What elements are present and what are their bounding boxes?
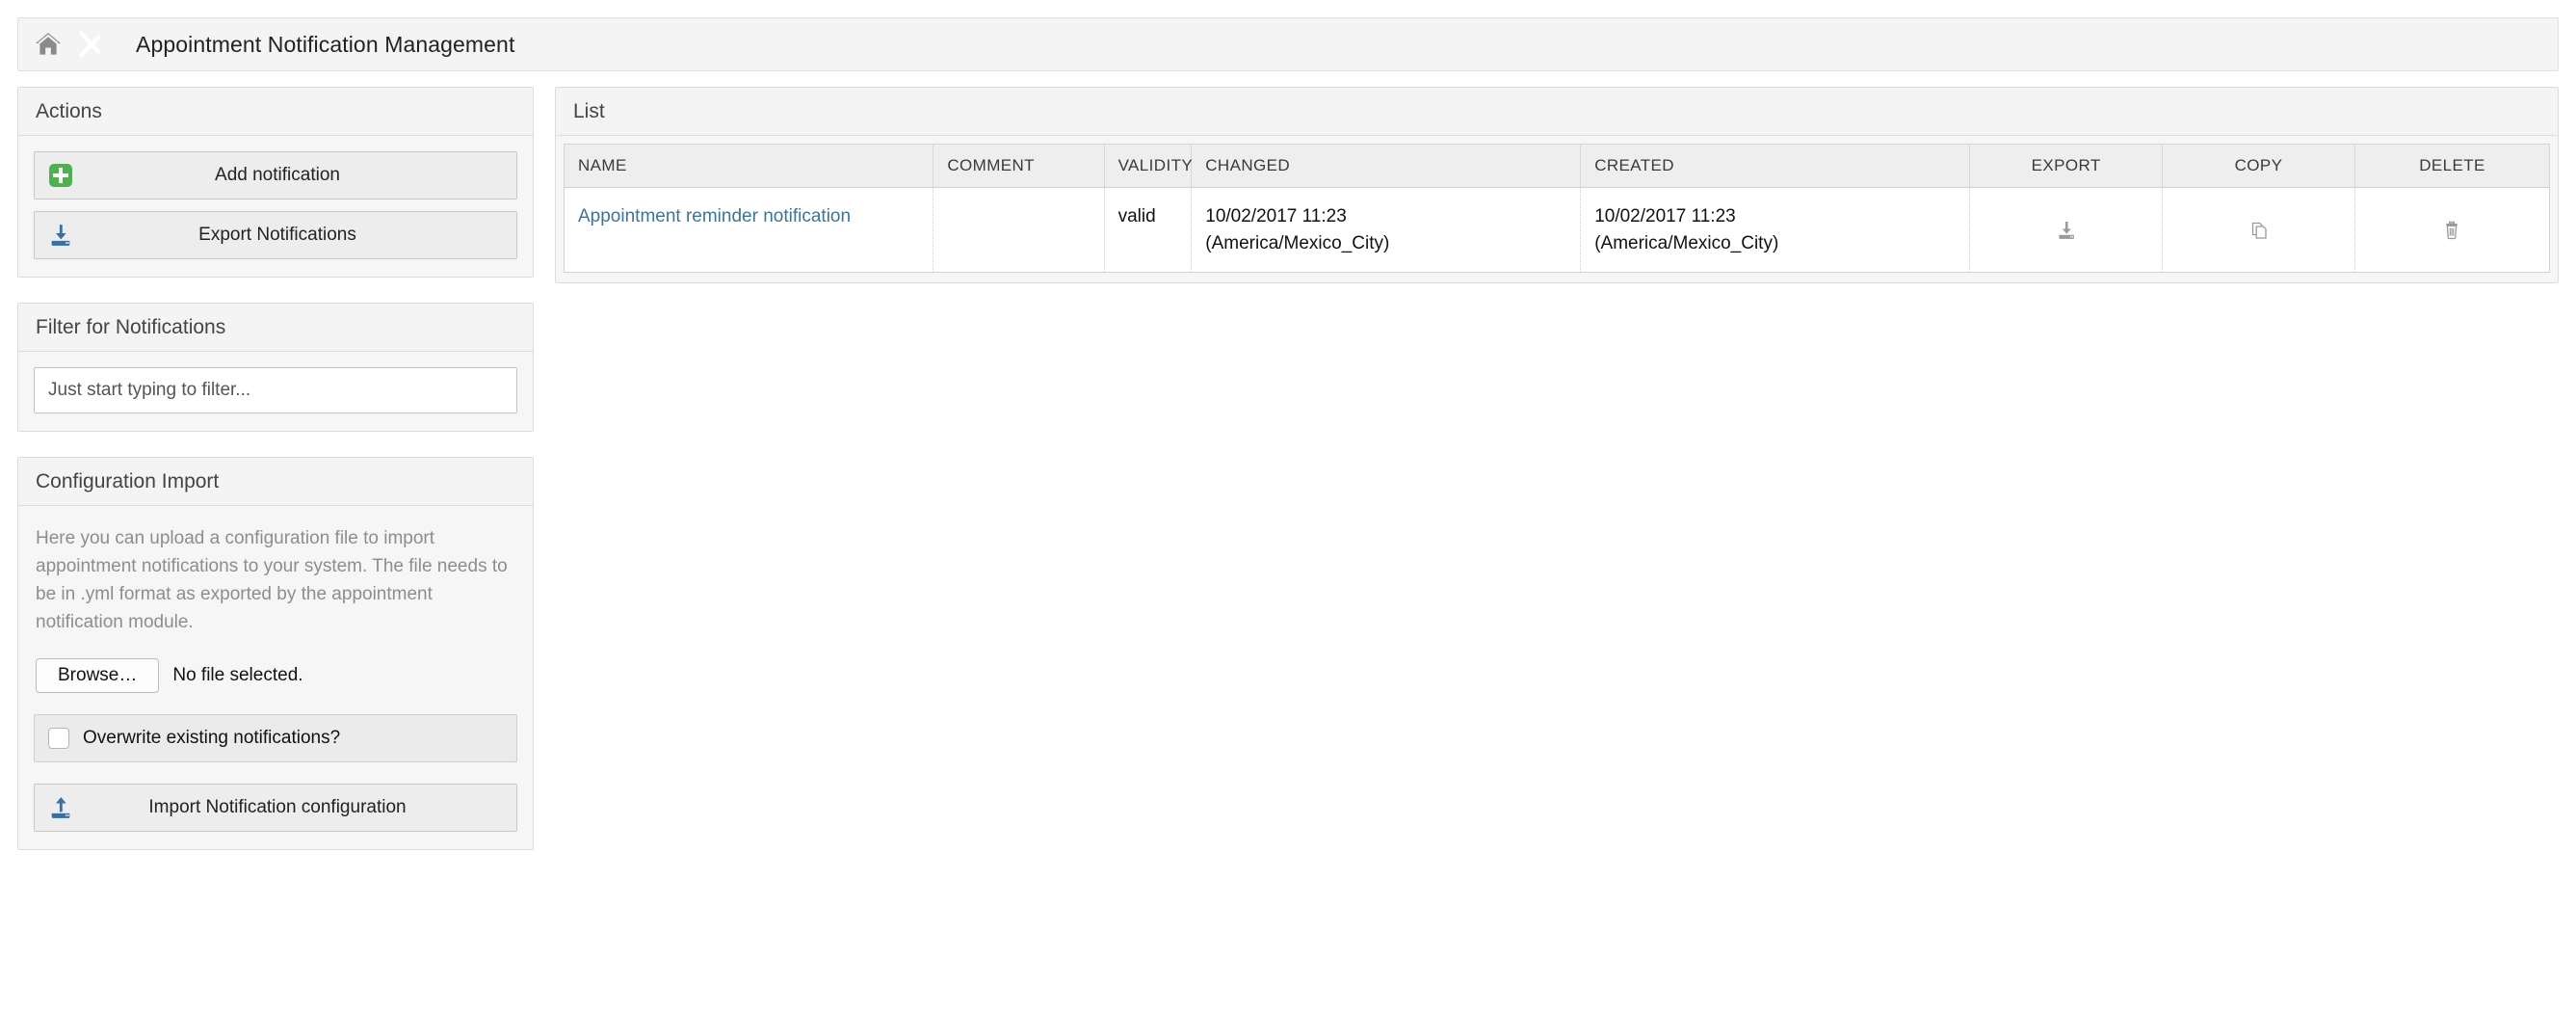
browse-button[interactable]: Browse… [36,657,160,693]
cell-validity: valid [1104,187,1193,273]
configuration-import-body: Here you can upload a configuration file… [18,506,533,849]
filter-widget: Filter for Notifications [17,303,534,432]
page-body: Actions Add notification Export Notifica… [0,71,2576,875]
changed-date: 10/02/2017 11:23 [1205,206,1347,226]
export-notifications-label: Export Notifications [198,225,356,245]
column-header-export[interactable]: EXPORT [1969,144,2164,188]
download-tray-icon[interactable] [1984,219,2148,242]
configuration-import-widget: Configuration Import Here you can upload… [17,457,534,850]
add-notification-button[interactable]: Add notification [34,151,517,200]
overwrite-checkbox-label: Overwrite existing notifications? [83,727,341,748]
copy-pages-icon[interactable] [2176,219,2341,242]
column-header-name[interactable]: NAME [564,144,934,188]
cell-changed: 10/02/2017 11:23 (America/Mexico_City) [1191,187,1582,273]
configuration-import-header: Configuration Import [18,458,533,506]
column-header-delete[interactable]: DELETE [2354,144,2550,188]
configuration-import-description: Here you can upload a configuration file… [36,528,508,632]
plus-icon [35,164,87,187]
export-notifications-button[interactable]: Export Notifications [34,211,517,259]
column-header-comment[interactable]: COMMENT [933,144,1105,188]
import-notification-configuration-button[interactable]: Import Notification configuration [34,783,517,832]
trash-icon[interactable] [2369,219,2536,242]
home-icon [34,32,63,57]
list-table-wrap: NAME COMMENT VALIDITY CHANGED CREATED EX… [556,136,2558,282]
list-widget: List NAME COMMENT VALIDITY CHANGED CREAT… [555,87,2559,284]
file-upload-row: Browse… No file selected. [36,657,515,693]
file-selected-status: No file selected. [172,664,303,685]
actions-widget: Actions Add notification Export Notifica… [17,87,534,278]
table-header-row: NAME COMMENT VALIDITY CHANGED CREATED EX… [564,144,2550,188]
cell-copy[interactable] [2162,187,2355,273]
created-date: 10/02/2017 11:23 [1594,206,1736,226]
breadcrumb-home-link[interactable] [18,18,78,70]
changed-timezone: (America/Mexico_City) [1205,232,1390,253]
column-header-changed[interactable]: CHANGED [1191,144,1582,188]
sidebar: Actions Add notification Export Notifica… [17,87,534,875]
cell-export[interactable] [1969,187,2164,273]
overwrite-checkbox[interactable] [48,727,69,749]
cell-delete[interactable] [2354,188,2549,273]
filter-input[interactable] [34,367,517,413]
overwrite-existing-notifications-row[interactable]: Overwrite existing notifications? [34,713,517,762]
actions-widget-header: Actions [18,88,533,136]
cell-comment [933,187,1105,273]
actions-widget-body: Add notification Export Notifications [18,136,533,277]
filter-widget-header: Filter for Notifications [18,304,533,352]
list-widget-header: List [556,88,2558,136]
add-notification-label: Add notification [215,165,340,185]
notifications-table: NAME COMMENT VALIDITY CHANGED CREATED EX… [564,144,2550,274]
cell-name: Appointment reminder notification [564,187,934,273]
main-content: List NAME COMMENT VALIDITY CHANGED CREAT… [555,87,2559,284]
created-timezone: (America/Mexico_City) [1594,232,1779,253]
column-header-validity[interactable]: VALIDITY [1104,144,1193,188]
page-title: Appointment Notification Management [136,31,515,57]
breadcrumb: Appointment Notification Management [17,17,2559,71]
breadcrumb-separator-icon [78,18,122,70]
column-header-created[interactable]: CREATED [1580,144,1971,188]
notification-name-link[interactable]: Appointment reminder notification [578,206,851,226]
download-tray-icon [35,223,87,248]
column-header-copy[interactable]: COPY [2162,144,2355,188]
upload-tray-icon [35,795,87,820]
import-notification-configuration-label: Import Notification configuration [148,796,407,817]
table-row: Appointment reminder notification valid … [564,187,2550,273]
cell-created: 10/02/2017 11:23 (America/Mexico_City) [1580,187,1971,273]
filter-widget-body [18,352,533,431]
